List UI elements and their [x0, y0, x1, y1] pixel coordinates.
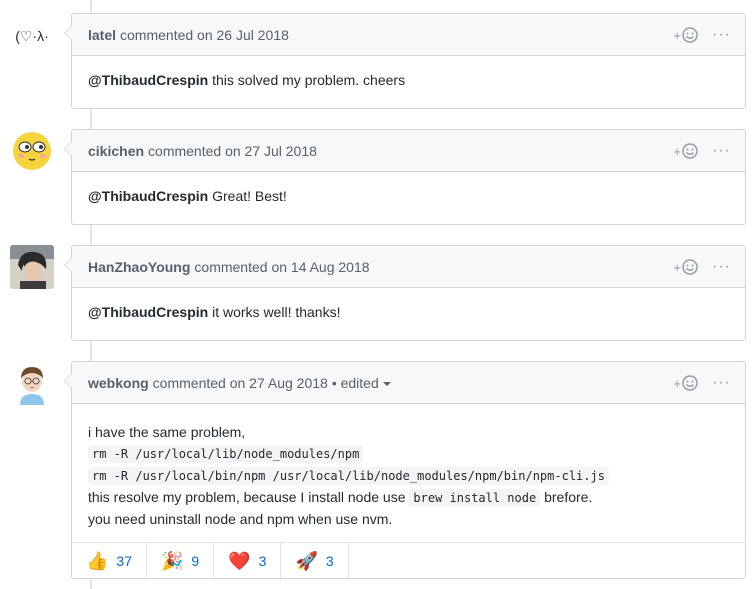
add-reaction-button[interactable]: + — [673, 27, 698, 43]
comment-actions: + ··· — [673, 362, 731, 404]
comment-author[interactable]: webkong — [88, 375, 149, 391]
caret-down-icon — [382, 381, 391, 386]
comment-body: @ThibaudCrespin this solved my problem. … — [72, 56, 745, 105]
comment-header: cikichen commented on 27 Jul 2018 + ··· — [72, 130, 745, 172]
code-line: rm -R /usr/local/bin/npm /usr/local/lib/… — [88, 465, 729, 487]
more-options-icon[interactable]: ··· — [712, 27, 731, 43]
smiley-icon — [682, 27, 698, 43]
comment-actions: + ··· — [673, 130, 731, 172]
edited-dropdown[interactable]: • edited — [332, 375, 391, 391]
code-line: rm -R /usr/local/lib/node_modules/npm — [88, 443, 729, 465]
user-mention[interactable]: @ThibaudCrespin — [88, 188, 208, 204]
comment-text: it works well! thanks! — [208, 304, 341, 320]
comment-box: webkong commented on 27 Aug 2018 • edite… — [64, 361, 746, 580]
comment-timestamp[interactable]: commented on 27 Jul 2018 — [148, 143, 317, 159]
comment-body: i have the same problem, rm -R /usr/loca… — [72, 404, 745, 542]
user-mention[interactable]: @ThibaudCrespin — [88, 304, 208, 320]
avatar[interactable]: (♡·λ· — [10, 14, 54, 58]
avatar[interactable] — [10, 245, 54, 289]
smiley-icon — [682, 375, 698, 391]
comment-box: HanZhaoYoung commented on 14 Aug 2018 + … — [64, 245, 746, 341]
comment-author[interactable]: cikichen — [88, 143, 144, 159]
comment-line: i have the same problem, — [88, 424, 246, 440]
comment-author[interactable]: latel — [88, 27, 116, 43]
comment-timestamp[interactable]: commented on 27 Aug 2018 — [153, 375, 328, 391]
user-mention[interactable]: @ThibaudCrespin — [88, 72, 208, 88]
comment-line: you need uninstall node and npm when use… — [88, 511, 393, 527]
photo-avatar-icon — [10, 245, 54, 289]
thumbs-up-icon: 👍 — [86, 551, 109, 571]
comment-header: webkong commented on 27 Aug 2018 • edite… — [72, 362, 745, 404]
comment-header: HanZhaoYoung commented on 14 Aug 2018 + … — [72, 246, 745, 288]
heart-icon: ❤️ — [228, 551, 251, 571]
comment-box: latel commented on 26 Jul 2018 + ··· @Th… — [64, 13, 746, 109]
add-reaction-button[interactable]: + — [673, 143, 698, 159]
avatar[interactable] — [10, 361, 54, 405]
emoji-face-icon — [13, 132, 51, 170]
comment-timestamp[interactable]: commented on 26 Jul 2018 — [120, 27, 289, 43]
comment-actions: + ··· — [673, 14, 731, 56]
avatar-text: (♡·λ· — [15, 27, 49, 44]
party-popper-icon: 🎉 — [161, 551, 184, 571]
comment-body: @ThibaudCrespin Great! Best! — [72, 172, 745, 221]
inline-code: rm -R /usr/local/bin/npm /usr/local/lib/… — [88, 467, 609, 485]
smiley-icon — [682, 259, 698, 275]
reaction-count: 9 — [191, 553, 200, 569]
edited-label: • edited — [331, 374, 379, 391]
add-reaction-button[interactable]: + — [673, 375, 698, 391]
reaction-thumbs-up[interactable]: 👍 37 — [72, 542, 147, 580]
comment-actions: + ··· — [673, 246, 731, 288]
comment-timestamp[interactable]: commented on 14 Aug 2018 — [194, 259, 369, 275]
more-options-icon[interactable]: ··· — [712, 143, 731, 159]
comment-line: this resolve my problem, because I insta… — [88, 489, 593, 507]
reaction-count: 3 — [258, 553, 267, 569]
add-reaction-button[interactable]: + — [673, 259, 698, 275]
smiley-icon — [682, 143, 698, 159]
comment-text: this solved my problem. cheers — [208, 72, 406, 88]
cartoon-avatar-icon — [20, 367, 44, 405]
rocket-icon: 🚀 — [295, 551, 318, 571]
comment-text: Great! Best! — [208, 188, 287, 204]
more-options-icon[interactable]: ··· — [712, 259, 731, 275]
comment-body: @ThibaudCrespin it works well! thanks! — [72, 288, 745, 337]
more-options-icon[interactable]: ··· — [712, 375, 731, 391]
comment-header: latel commented on 26 Jul 2018 + ··· — [72, 14, 745, 56]
comment-box: cikichen commented on 27 Jul 2018 + ··· … — [64, 129, 746, 225]
reaction-hooray[interactable]: 🎉 9 — [147, 542, 215, 580]
avatar[interactable] — [10, 129, 54, 173]
reaction-count: 37 — [116, 553, 132, 569]
inline-code: brew install node — [409, 489, 541, 507]
inline-code: rm -R /usr/local/lib/node_modules/npm — [88, 445, 364, 463]
reaction-heart[interactable]: ❤️ 3 — [214, 542, 282, 580]
reaction-count: 3 — [325, 553, 334, 569]
reactions-bar: 👍 37 🎉 9 ❤️ 3 🚀 3 — [72, 542, 745, 580]
comment-author[interactable]: HanZhaoYoung — [88, 259, 190, 275]
reaction-rocket[interactable]: 🚀 3 — [281, 542, 349, 580]
